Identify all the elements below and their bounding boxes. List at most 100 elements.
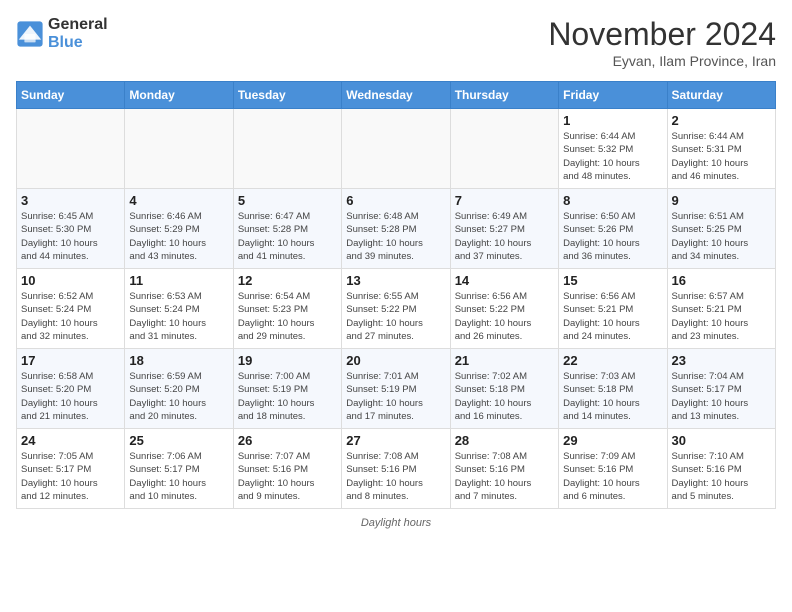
day-info: Sunrise: 6:50 AMSunset: 5:26 PMDaylight:… (563, 210, 662, 263)
calendar-week-row: 1Sunrise: 6:44 AMSunset: 5:32 PMDaylight… (17, 109, 776, 189)
day-info: Sunrise: 6:49 AMSunset: 5:27 PMDaylight:… (455, 210, 554, 263)
calendar-cell: 18 Sunrise: 6:59 AMSunset: 5:20 PMDayligh… (125, 349, 233, 429)
calendar-cell: 23 Sunrise: 7:04 AMSunset: 5:17 PMDayligh… (667, 349, 775, 429)
day-info: Sunrise: 6:48 AMSunset: 5:28 PMDaylight:… (346, 210, 445, 263)
logo-general: General (48, 16, 108, 34)
day-info: Sunrise: 6:59 AMSunset: 5:20 PMDaylight:… (129, 370, 228, 423)
calendar-cell: 27 Sunrise: 7:08 AMSunset: 5:16 PMDayligh… (342, 429, 450, 509)
day-info: Sunrise: 6:58 AMSunset: 5:20 PMDaylight:… (21, 370, 120, 423)
calendar-cell: 16 Sunrise: 6:57 AMSunset: 5:21 PMDayligh… (667, 269, 775, 349)
day-number: 7 (455, 193, 554, 208)
day-number: 21 (455, 353, 554, 368)
day-number: 1 (563, 113, 662, 128)
day-number: 6 (346, 193, 445, 208)
calendar-cell: 1Sunrise: 6:44 AMSunset: 5:32 PMDaylight… (559, 109, 667, 189)
calendar-cell: 11Sunrise: 6:53 AMSunset: 5:24 PMDayligh… (125, 269, 233, 349)
calendar-week-row: 10Sunrise: 6:52 AMSunset: 5:24 PMDayligh… (17, 269, 776, 349)
title-area: November 2024 Eyvan, Ilam Province, Iran (548, 16, 776, 69)
day-info: Sunrise: 7:05 AMSunset: 5:17 PMDaylight:… (21, 450, 120, 503)
calendar-cell: 17 Sunrise: 6:58 AMSunset: 5:20 PMDayligh… (17, 349, 125, 429)
calendar-cell: 29 Sunrise: 7:09 AMSunset: 5:16 PMDayligh… (559, 429, 667, 509)
day-info: Sunrise: 7:06 AMSunset: 5:17 PMDaylight:… (129, 450, 228, 503)
calendar-cell: 12 Sunrise: 6:54 AMSunset: 5:23 PMDayligh… (233, 269, 341, 349)
page-header: General Blue November 2024 Eyvan, Ilam P… (16, 16, 776, 69)
day-number: 13 (346, 273, 445, 288)
calendar-header-tuesday: Tuesday (233, 82, 341, 109)
day-info: Sunrise: 7:02 AMSunset: 5:18 PMDaylight:… (455, 370, 554, 423)
day-info: Sunrise: 6:56 AMSunset: 5:21 PMDaylight:… (563, 290, 662, 343)
calendar-cell (233, 109, 341, 189)
day-number: 4 (129, 193, 228, 208)
calendar-week-row: 3 Sunrise: 6:45 AMSunset: 5:30 PMDaylight… (17, 189, 776, 269)
location-subtitle: Eyvan, Ilam Province, Iran (548, 53, 776, 69)
calendar-header-row: SundayMondayTuesdayWednesdayThursdayFrid… (17, 82, 776, 109)
calendar-cell: 14 Sunrise: 6:56 AMSunset: 5:22 PMDayligh… (450, 269, 558, 349)
calendar-table: SundayMondayTuesdayWednesdayThursdayFrid… (16, 81, 776, 509)
logo-icon (16, 20, 44, 48)
day-info: Sunrise: 6:57 AMSunset: 5:21 PMDaylight:… (672, 290, 771, 343)
calendar-cell: 19Sunrise: 7:00 AMSunset: 5:19 PMDayligh… (233, 349, 341, 429)
day-info: Sunrise: 6:53 AMSunset: 5:24 PMDaylight:… (129, 290, 228, 343)
calendar-header-friday: Friday (559, 82, 667, 109)
calendar-cell: 30Sunrise: 7:10 AMSunset: 5:16 PMDayligh… (667, 429, 775, 509)
calendar-cell: 7 Sunrise: 6:49 AMSunset: 5:27 PMDaylight… (450, 189, 558, 269)
day-info: Sunrise: 6:51 AMSunset: 5:25 PMDaylight:… (672, 210, 771, 263)
month-title: November 2024 (548, 16, 776, 53)
calendar-cell: 26Sunrise: 7:07 AMSunset: 5:16 PMDayligh… (233, 429, 341, 509)
day-number: 18 (129, 353, 228, 368)
calendar-cell: 3 Sunrise: 6:45 AMSunset: 5:30 PMDaylight… (17, 189, 125, 269)
calendar-cell (125, 109, 233, 189)
day-info: Sunrise: 6:45 AMSunset: 5:30 PMDaylight:… (21, 210, 120, 263)
day-number: 15 (563, 273, 662, 288)
calendar-header-wednesday: Wednesday (342, 82, 450, 109)
day-info: Sunrise: 7:09 AMSunset: 5:16 PMDaylight:… (563, 450, 662, 503)
day-info: Sunrise: 6:54 AMSunset: 5:23 PMDaylight:… (238, 290, 337, 343)
day-number: 8 (563, 193, 662, 208)
day-number: 3 (21, 193, 120, 208)
calendar-week-row: 24Sunrise: 7:05 AMSunset: 5:17 PMDayligh… (17, 429, 776, 509)
day-info: Sunrise: 7:08 AMSunset: 5:16 PMDaylight:… (455, 450, 554, 503)
calendar-header-thursday: Thursday (450, 82, 558, 109)
day-number: 25 (129, 433, 228, 448)
day-number: 29 (563, 433, 662, 448)
logo-text: General Blue (48, 16, 108, 51)
day-info: Sunrise: 7:08 AMSunset: 5:16 PMDaylight:… (346, 450, 445, 503)
calendar-cell: 10Sunrise: 6:52 AMSunset: 5:24 PMDayligh… (17, 269, 125, 349)
calendar-cell (17, 109, 125, 189)
day-info: Sunrise: 7:04 AMSunset: 5:17 PMDaylight:… (672, 370, 771, 423)
calendar-cell (342, 109, 450, 189)
calendar-cell: 28Sunrise: 7:08 AMSunset: 5:16 PMDayligh… (450, 429, 558, 509)
day-number: 20 (346, 353, 445, 368)
calendar-footer: Daylight hours (16, 517, 776, 529)
day-number: 26 (238, 433, 337, 448)
calendar-cell (450, 109, 558, 189)
day-info: Sunrise: 6:52 AMSunset: 5:24 PMDaylight:… (21, 290, 120, 343)
day-number: 23 (672, 353, 771, 368)
day-info: Sunrise: 7:01 AMSunset: 5:19 PMDaylight:… (346, 370, 445, 423)
day-number: 14 (455, 273, 554, 288)
calendar-cell: 25 Sunrise: 7:06 AMSunset: 5:17 PMDayligh… (125, 429, 233, 509)
day-number: 2 (672, 113, 771, 128)
day-number: 5 (238, 193, 337, 208)
calendar-cell: 8 Sunrise: 6:50 AMSunset: 5:26 PMDaylight… (559, 189, 667, 269)
day-number: 27 (346, 433, 445, 448)
day-number: 12 (238, 273, 337, 288)
day-number: 22 (563, 353, 662, 368)
day-info: Sunrise: 6:46 AMSunset: 5:29 PMDaylight:… (129, 210, 228, 263)
day-info: Sunrise: 6:47 AMSunset: 5:28 PMDaylight:… (238, 210, 337, 263)
day-info: Sunrise: 6:56 AMSunset: 5:22 PMDaylight:… (455, 290, 554, 343)
calendar-cell: 9 Sunrise: 6:51 AMSunset: 5:25 PMDaylight… (667, 189, 775, 269)
calendar-cell: 4 Sunrise: 6:46 AMSunset: 5:29 PMDaylight… (125, 189, 233, 269)
calendar-cell: 15 Sunrise: 6:56 AMSunset: 5:21 PMDayligh… (559, 269, 667, 349)
day-number: 9 (672, 193, 771, 208)
calendar-cell: 5 Sunrise: 6:47 AMSunset: 5:28 PMDaylight… (233, 189, 341, 269)
footer-label: Daylight hours (361, 517, 431, 529)
day-number: 17 (21, 353, 120, 368)
day-number: 30 (672, 433, 771, 448)
calendar-cell: 6 Sunrise: 6:48 AMSunset: 5:28 PMDaylight… (342, 189, 450, 269)
calendar-cell: 21 Sunrise: 7:02 AMSunset: 5:18 PMDayligh… (450, 349, 558, 429)
day-number: 16 (672, 273, 771, 288)
day-number: 19 (238, 353, 337, 368)
logo: General Blue (16, 16, 108, 51)
calendar-cell: 20 Sunrise: 7:01 AMSunset: 5:19 PMDayligh… (342, 349, 450, 429)
